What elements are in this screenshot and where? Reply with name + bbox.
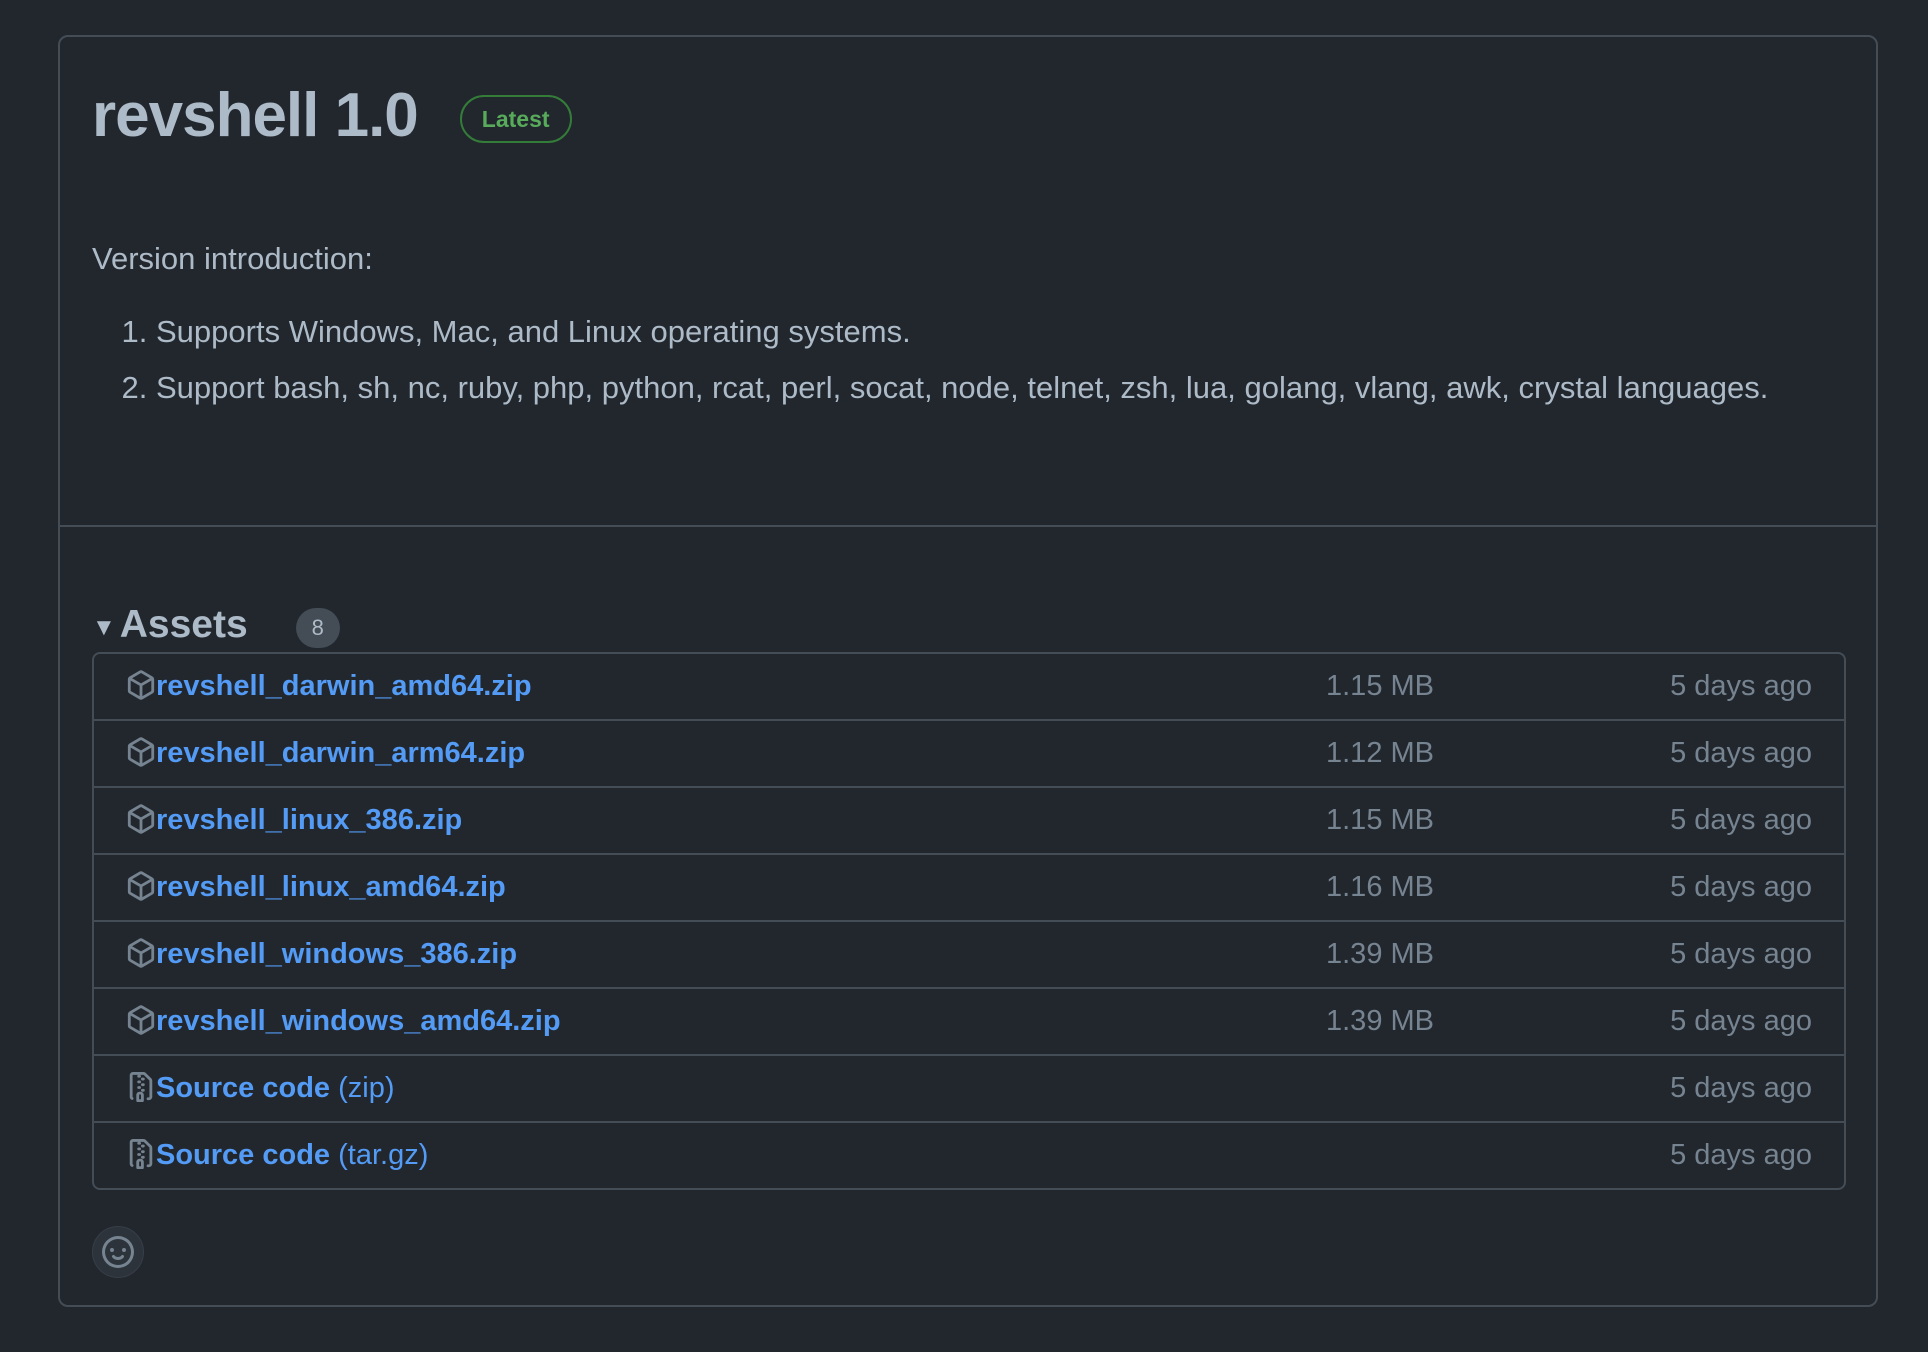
asset-date: 5 days ago [1670, 1005, 1812, 1037]
asset-date: 5 days ago [1670, 737, 1812, 769]
assets-count-badge: 8 [295, 608, 340, 648]
package-icon [127, 670, 155, 700]
asset-row: revshell_darwin_arm64.zip 1.12 MB 5 days… [94, 719, 1844, 786]
release-note-item: Support bash, sh, nc, ruby, php, python,… [156, 364, 1832, 412]
asset-link[interactable]: revshell_windows_386.zip [156, 922, 517, 987]
asset-row: revshell_linux_amd64.zip 1.16 MB 5 days … [94, 853, 1844, 920]
asset-date: 5 days ago [1670, 1139, 1812, 1171]
latest-badge: Latest [459, 95, 572, 143]
asset-link[interactable]: revshell_linux_amd64.zip [156, 855, 506, 920]
asset-row: Source code (tar.gz) 5 days ago [94, 1121, 1844, 1188]
asset-link[interactable]: revshell_linux_386.zip [156, 788, 462, 853]
asset-size: 1.15 MB [1326, 804, 1434, 836]
asset-link-suffix: (zip) [338, 1072, 395, 1104]
section-divider [60, 525, 1876, 527]
package-icon [127, 1005, 155, 1035]
asset-row: revshell_linux_386.zip 1.15 MB 5 days ag… [94, 786, 1844, 853]
asset-link[interactable]: Source code (tar.gz) [156, 1123, 428, 1188]
asset-link[interactable]: revshell_windows_amd64.zip [156, 989, 561, 1054]
asset-row: revshell_windows_386.zip 1.39 MB 5 days … [94, 920, 1844, 987]
assets-title: Assets [119, 603, 248, 646]
asset-link[interactable]: revshell_darwin_arm64.zip [156, 721, 525, 786]
asset-row: Source code (zip) 5 days ago [94, 1054, 1844, 1121]
asset-size: 1.16 MB [1326, 871, 1434, 903]
asset-link[interactable]: Source code (zip) [156, 1056, 395, 1121]
assets-list: revshell_darwin_amd64.zip 1.15 MB 5 days… [92, 652, 1846, 1190]
release-notes: Version introduction: Supports Windows, … [92, 237, 1832, 420]
add-reaction-button[interactable] [92, 1226, 144, 1278]
file-zip-icon [129, 1072, 153, 1102]
asset-size: 1.15 MB [1326, 670, 1434, 702]
asset-date: 5 days ago [1670, 871, 1812, 903]
file-zip-icon [129, 1139, 153, 1169]
asset-row: revshell_windows_amd64.zip 1.39 MB 5 day… [94, 987, 1844, 1054]
asset-link-label: Source code [156, 1072, 331, 1104]
asset-date: 5 days ago [1670, 670, 1812, 702]
package-icon [127, 804, 155, 834]
release-notes-list: Supports Windows, Mac, and Linux operati… [92, 308, 1832, 412]
asset-link-suffix: (tar.gz) [338, 1139, 429, 1171]
release-note-item: Supports Windows, Mac, and Linux operati… [156, 308, 1832, 356]
caret-down-icon: ▼ [92, 614, 116, 641]
release-intro: Version introduction: [92, 241, 373, 276]
asset-link-label: Source code [156, 1139, 331, 1171]
assets-toggle[interactable]: ▼ Assets 8 [92, 602, 340, 648]
package-icon [127, 871, 155, 901]
asset-size: 1.39 MB [1326, 1005, 1434, 1037]
smiley-icon [102, 1236, 134, 1268]
release-header: revshell 1.0 Latest [92, 85, 572, 147]
asset-row: revshell_darwin_amd64.zip 1.15 MB 5 days… [94, 654, 1844, 719]
asset-size: 1.39 MB [1326, 938, 1434, 970]
release-card: revshell 1.0 Latest Version introduction… [58, 35, 1878, 1307]
release-title[interactable]: revshell 1.0 [92, 85, 419, 147]
asset-link[interactable]: revshell_darwin_amd64.zip [156, 654, 532, 719]
package-icon [127, 938, 155, 968]
asset-size: 1.12 MB [1326, 737, 1434, 769]
asset-date: 5 days ago [1670, 938, 1812, 970]
package-icon [127, 737, 155, 767]
asset-date: 5 days ago [1670, 1072, 1812, 1104]
asset-date: 5 days ago [1670, 804, 1812, 836]
